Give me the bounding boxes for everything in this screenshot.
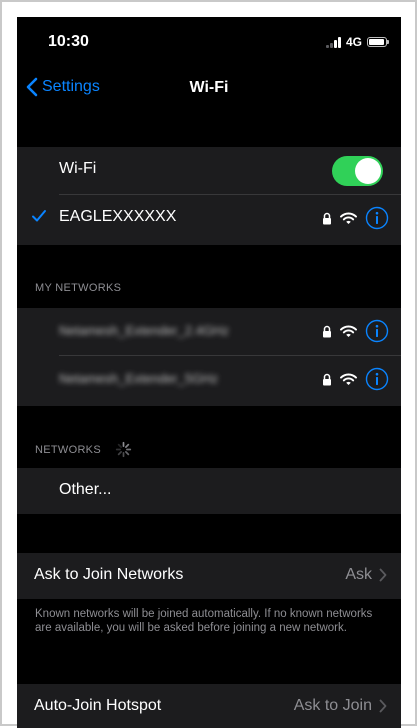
ask-to-join-value: Ask	[345, 566, 372, 583]
my-networks-header: MY NETWORKS	[35, 282, 122, 294]
lock-icon	[323, 373, 331, 385]
other-network-row[interactable]: Other...	[17, 468, 401, 514]
lock-icon	[323, 325, 331, 337]
checkmark-icon	[32, 210, 46, 222]
network-status-icons	[322, 319, 389, 343]
ask-to-join-value-wrap: Ask	[345, 566, 387, 584]
wifi-icon	[340, 373, 357, 385]
page-title: Wi-Fi	[189, 79, 229, 96]
wifi-toggle-switch[interactable]	[332, 156, 383, 186]
chevron-right-icon	[379, 568, 387, 582]
loading-spinner-icon	[115, 441, 132, 458]
lock-icon	[323, 212, 331, 224]
info-icon[interactable]	[365, 206, 389, 230]
networks-header-label: NETWORKS	[35, 444, 101, 456]
network-status-icons	[322, 206, 389, 230]
cellular-signal-icon	[326, 36, 341, 48]
connected-network-row[interactable]: EAGLEXXXXXX	[17, 195, 401, 241]
wifi-group: Wi-Fi EAGLEXXXXXX	[17, 147, 401, 245]
ask-to-join-footer: Known networks will be joined automatica…	[35, 608, 373, 634]
chevron-right-icon	[379, 699, 387, 713]
my-network-name-2: Netamesh_Extender_5GHz	[59, 371, 218, 386]
status-indicators: 4G	[326, 35, 389, 49]
auto-join-hotspot-value: Ask to Join	[293, 697, 372, 714]
my-network-row-1[interactable]: Netamesh_Extender_2.4GHz	[17, 308, 401, 354]
auto-join-hotspot-value-wrap: Ask to Join	[294, 697, 387, 715]
network-type-label: 4G	[345, 35, 362, 49]
auto-join-hotspot-label: Auto-Join Hotspot	[34, 697, 162, 714]
my-network-row-2[interactable]: Netamesh_Extender_5GHz	[17, 356, 401, 402]
phone-screen: 10:30 4G Settings Wi-Fi Wi-Fi EAGLEXXXXX…	[17, 17, 401, 728]
status-bar: 10:30 4G	[17, 17, 401, 67]
info-icon[interactable]	[365, 367, 389, 391]
ask-to-join-row[interactable]: Ask to Join Networks Ask	[17, 553, 401, 599]
battery-icon	[367, 37, 389, 47]
auto-join-hotspot-group: Auto-Join Hotspot Ask to Join	[17, 684, 401, 728]
my-network-name-1: Netamesh_Extender_2.4GHz	[59, 323, 229, 338]
wifi-toggle-label: Wi-Fi	[59, 160, 97, 177]
wifi-icon	[340, 212, 357, 224]
ask-to-join-label: Ask to Join Networks	[34, 566, 184, 583]
networks-header: NETWORKS	[35, 444, 101, 456]
other-network-label: Other...	[59, 481, 112, 498]
networks-group: Other...	[17, 468, 401, 514]
network-status-icons	[322, 367, 389, 391]
navigation-bar: Settings Wi-Fi	[17, 67, 401, 111]
connected-network-name: EAGLEXXXXXX	[59, 208, 177, 225]
wifi-icon	[340, 325, 357, 337]
my-networks-group: Netamesh_Extender_2.4GHz Netamesh_Extend…	[17, 308, 401, 406]
info-icon[interactable]	[365, 319, 389, 343]
auto-join-hotspot-row[interactable]: Auto-Join Hotspot Ask to Join	[17, 684, 401, 728]
ask-to-join-group: Ask to Join Networks Ask	[17, 553, 401, 599]
status-time: 10:30	[48, 33, 89, 50]
toggle-knob	[355, 158, 381, 184]
wifi-toggle-row: Wi-Fi	[17, 147, 401, 193]
screenshot-frame: 10:30 4G Settings Wi-Fi Wi-Fi EAGLEXXXXX…	[0, 0, 417, 728]
